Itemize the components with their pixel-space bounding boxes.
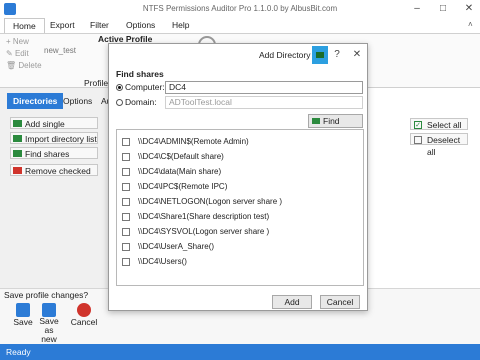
list-item[interactable]: \\DC4\data(Main share): [122, 166, 352, 178]
share-checkbox[interactable]: [122, 213, 130, 221]
find-shares-button[interactable]: Find shares: [10, 147, 98, 159]
save-as-new-button[interactable]: Save as new: [36, 303, 62, 344]
save-button[interactable]: Save: [11, 303, 35, 327]
computer-label: Computer:: [125, 82, 165, 92]
share-checkbox[interactable]: [122, 258, 130, 266]
import-directory-list-button[interactable]: Import directory list: [10, 132, 98, 144]
share-checkbox[interactable]: [122, 168, 130, 176]
cancel-button[interactable]: Cancel: [70, 303, 98, 327]
new-button[interactable]: + New: [6, 37, 29, 46]
computer-radio[interactable]: [116, 84, 123, 91]
save-icon: [16, 303, 30, 317]
save-as-icon: [42, 303, 56, 317]
dialog-title: Add Directory: [259, 50, 311, 60]
profile-group-label: Profile: [84, 78, 109, 88]
status-bar: Ready: [0, 344, 480, 360]
select-all-button[interactable]: ✓ Select all: [410, 118, 468, 130]
dialog-title-bar: Add Directory ? ✕: [109, 44, 367, 66]
delete-button[interactable]: 🗑 Delete: [6, 61, 42, 70]
tab-options[interactable]: Options: [57, 93, 98, 109]
remove-checked-button[interactable]: Remove checked: [10, 164, 98, 176]
add-button[interactable]: Add: [272, 295, 312, 309]
list-item[interactable]: \\DC4\NETLOGON(Logon server share ): [122, 196, 352, 208]
domain-field[interactable]: ADToolTest.local: [165, 96, 363, 109]
list-item[interactable]: \\DC4\Users(): [122, 256, 352, 268]
add-single-directory-button[interactable]: Add single directory: [10, 117, 98, 141]
tab-directories[interactable]: Directories: [7, 93, 64, 109]
share-checkbox[interactable]: [122, 198, 130, 206]
deselect-all-button[interactable]: Deselect all: [410, 133, 468, 157]
dialog-close-icon[interactable]: ✕: [347, 44, 367, 66]
edit-button[interactable]: ✎ Edit: [6, 49, 29, 58]
share-checkbox[interactable]: [122, 138, 130, 146]
domain-label: Domain:: [125, 97, 157, 107]
menu-filter[interactable]: Filter: [82, 18, 117, 33]
find-shares-section-label: Find shares: [116, 69, 164, 79]
menu-help[interactable]: Help: [164, 18, 197, 33]
share-icon: [13, 150, 22, 157]
maximize-icon[interactable]: □: [430, 0, 456, 18]
list-item[interactable]: \\DC4\SYSVOL(Logon server share ): [122, 226, 352, 238]
share-checkbox[interactable]: [122, 228, 130, 236]
menu-home[interactable]: Home: [4, 18, 45, 33]
cancel-icon: [77, 303, 91, 317]
title-bar: NTFS Permissions Auditor Pro 1.1.0.0 by …: [0, 0, 480, 18]
checkbox-checked-icon: ✓: [414, 121, 422, 129]
trash-icon: [13, 167, 22, 174]
add-directory-dialog: Add Directory ? ✕ Find shares Computer: …: [108, 43, 368, 311]
minimize-icon[interactable]: –: [404, 0, 430, 18]
shares-list: \\DC4\ADMIN$(Remote Admin) \\DC4\C$(Defa…: [116, 129, 364, 286]
list-item[interactable]: \\DC4\IPC$(Remote IPC): [122, 181, 352, 193]
share-checkbox[interactable]: [122, 243, 130, 251]
share-checkbox[interactable]: [122, 183, 130, 191]
list-item[interactable]: \\DC4\ADMIN$(Remote Admin): [122, 136, 352, 148]
folder-icon: [312, 46, 328, 64]
dialog-find-shares-button[interactable]: Find shares: [308, 114, 363, 138]
dialog-cancel-button[interactable]: Cancel: [320, 295, 360, 309]
list-item[interactable]: \\DC4\C$(Default share): [122, 151, 352, 163]
menu-export[interactable]: Export: [42, 18, 83, 33]
save-question: Save profile changes?: [4, 290, 89, 300]
list-item[interactable]: \\DC4\UserA_Share(): [122, 241, 352, 253]
list-item[interactable]: \\DC4\Share1(Share description test): [122, 211, 352, 223]
computer-field[interactable]: DC4: [165, 81, 363, 94]
import-icon: [13, 135, 22, 142]
share-checkbox[interactable]: [122, 153, 130, 161]
checkbox-empty-icon: [414, 136, 422, 144]
help-icon[interactable]: ?: [327, 44, 347, 66]
share-icon: [312, 118, 320, 124]
menu-options[interactable]: Options: [118, 18, 163, 33]
close-icon[interactable]: ✕: [456, 0, 480, 18]
domain-radio[interactable]: [116, 99, 123, 106]
collapse-ribbon-icon[interactable]: ˄: [468, 20, 473, 29]
folder-add-icon: [13, 120, 22, 127]
